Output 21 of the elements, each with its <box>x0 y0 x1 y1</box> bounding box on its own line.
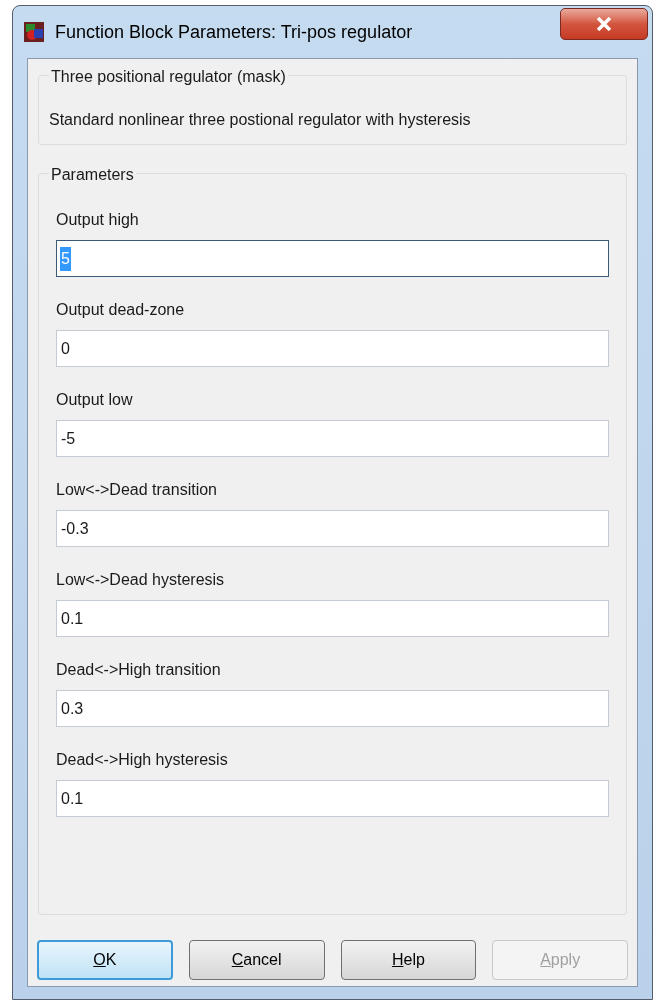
field-label: Output high <box>56 210 140 230</box>
app-icon <box>23 21 45 43</box>
field-label: Low<->Dead transition <box>56 480 218 500</box>
description-text: Standard nonlinear three postional regulator with hysteresis <box>49 110 472 130</box>
dialog-button[interactable]: Help <box>340 940 477 980</box>
field-label: Low<->Dead hysteresis <box>56 570 226 590</box>
input-field[interactable]: 0.3 <box>56 690 609 727</box>
dialog-button[interactable]: OK <box>37 940 173 980</box>
field-label: Dead<->High hysteresis <box>56 750 229 770</box>
input-field[interactable]: -5 <box>56 420 609 457</box>
field-label: Dead<->High transition <box>56 660 222 680</box>
window-title: Function Block Parameters: Tri-pos regulator <box>55 20 413 44</box>
field-label: Output low <box>56 390 134 410</box>
input-field[interactable]: 0.1 <box>56 600 609 637</box>
input-field[interactable]: -0.3 <box>56 510 609 547</box>
dialog-button[interactable]: Cancel <box>188 940 325 980</box>
close-button[interactable] <box>560 8 648 40</box>
input-field[interactable]: 0 <box>56 330 609 367</box>
field-label: Output dead-zone <box>56 300 186 320</box>
close-icon <box>596 17 612 31</box>
input-field[interactable]: 0.1 <box>56 780 609 817</box>
